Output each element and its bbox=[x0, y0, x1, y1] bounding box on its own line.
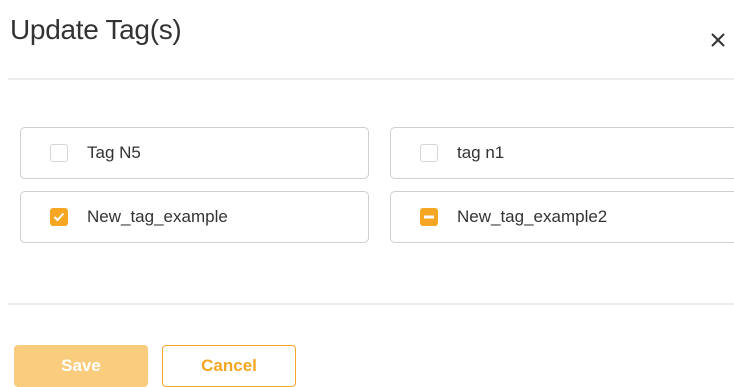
footer-divider bbox=[8, 303, 734, 305]
checkbox-unchecked[interactable] bbox=[50, 144, 68, 162]
update-tags-dialog: Update Tag(s) Tag N5 tag n1 New_tag_exam… bbox=[0, 0, 734, 387]
minus-icon bbox=[424, 215, 434, 219]
dialog-title: Update Tag(s) bbox=[10, 14, 182, 45]
tag-option-new-tag-example2[interactable]: New_tag_example2 bbox=[390, 191, 734, 243]
checkbox-unchecked[interactable] bbox=[420, 144, 438, 162]
tag-option-new-tag-example[interactable]: New_tag_example bbox=[20, 191, 369, 243]
checkmark-icon bbox=[53, 212, 65, 222]
close-icon[interactable] bbox=[708, 30, 728, 50]
tag-label: New_tag_example2 bbox=[457, 207, 608, 226]
tag-label: Tag N5 bbox=[87, 143, 141, 162]
cancel-button[interactable]: Cancel bbox=[162, 345, 296, 387]
checkbox-indeterminate[interactable] bbox=[420, 208, 438, 226]
save-button[interactable]: Save bbox=[14, 345, 148, 387]
tag-option-tag-n5[interactable]: Tag N5 bbox=[20, 127, 369, 179]
tag-option-tag-n1[interactable]: tag n1 bbox=[390, 127, 734, 179]
tag-label: tag n1 bbox=[457, 143, 505, 162]
checkbox-checked[interactable] bbox=[50, 208, 68, 226]
header-divider bbox=[8, 78, 734, 80]
tag-label: New_tag_example bbox=[87, 207, 228, 226]
